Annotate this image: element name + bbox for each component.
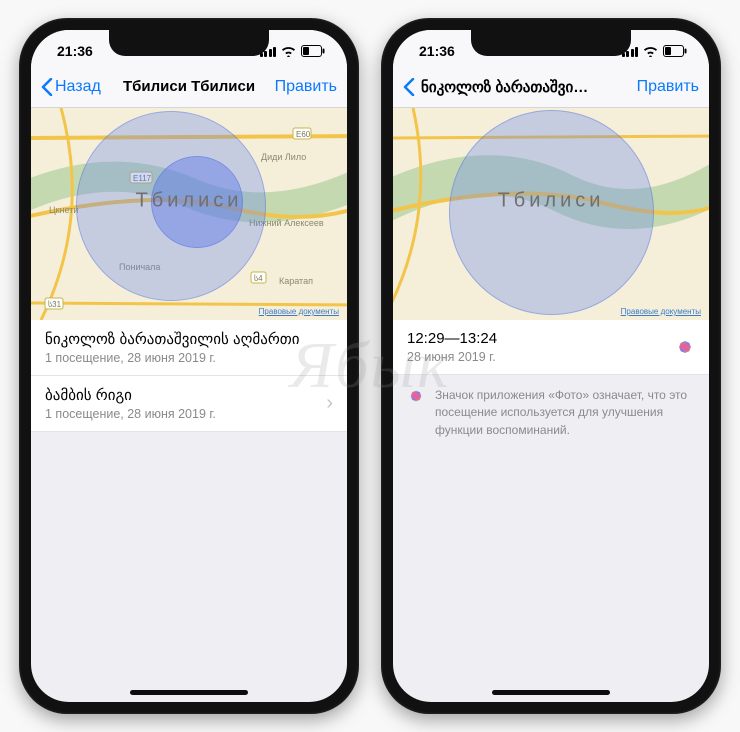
map-city-label: Тбилиси: [136, 190, 243, 213]
info-note-text: Значок приложения «Фото» означает, что э…: [435, 387, 695, 439]
home-indicator[interactable]: [492, 690, 610, 695]
chevron-right-icon: ›: [326, 392, 333, 415]
back-button[interactable]: [403, 78, 415, 96]
map-legal-link[interactable]: Правовые документы: [259, 307, 339, 316]
visit-title: ბამბის რიგი: [45, 386, 320, 404]
back-label: Назад: [55, 78, 101, 96]
list-item[interactable]: ბამბის რიგი 1 посещение, 28 июня 2019 г.…: [31, 376, 347, 432]
chevron-left-icon: [41, 78, 53, 96]
svg-text:E60: E60: [296, 130, 311, 139]
navigation-bar: Назад Тбилиси Тбилиси Править: [31, 66, 347, 108]
home-indicator[interactable]: [130, 690, 248, 695]
photos-app-icon: [675, 337, 695, 357]
visits-list: 12:29—13:24 28 июня 2019 г.: [393, 320, 709, 375]
visit-time-range: 12:29—13:24: [407, 330, 675, 347]
page-title: Тбилиси Тбилиси: [123, 78, 255, 95]
map-city-label: Тбилиси: [498, 190, 605, 213]
phone-left: 21:36 Назад Тбилиси Тбилиси Править: [19, 18, 359, 714]
photos-app-icon: [407, 387, 425, 405]
back-button[interactable]: Назад: [41, 78, 101, 96]
battery-icon: [663, 45, 687, 57]
svg-text:Диди Лило: Диди Лило: [261, 152, 306, 162]
map-view[interactable]: Цкнети Диди Лило Нижний Алексеев Поничал…: [31, 108, 347, 320]
phone-right: 21:36 ნიკოლოზ ბარათაშვილის აღმ… Править: [381, 18, 721, 714]
wifi-icon: [643, 46, 658, 57]
status-time: 21:36: [57, 43, 93, 59]
info-note: Значок приложения «Фото» означает, что э…: [393, 375, 709, 451]
list-item[interactable]: 12:29—13:24 28 июня 2019 г.: [393, 320, 709, 375]
status-time: 21:36: [419, 43, 455, 59]
page-title: ნიკოლოზ ბარათაშვილის აღმ…: [421, 78, 601, 96]
edit-button[interactable]: Править: [275, 78, 337, 96]
edit-button[interactable]: Править: [637, 78, 699, 96]
visit-date: 28 июня 2019 г.: [407, 350, 675, 364]
svg-text:Цкнети: Цкнети: [49, 205, 78, 215]
svg-text:ს4: ს4: [254, 274, 263, 283]
notch: [109, 30, 269, 56]
map-view[interactable]: Тбилиси Правовые документы: [393, 108, 709, 320]
navigation-bar: ნიკოლოზ ბარათაშვილის აღმ… Править: [393, 66, 709, 108]
map-legal-link[interactable]: Правовые документы: [621, 307, 701, 316]
visit-subtitle: 1 посещение, 28 июня 2019 г.: [45, 351, 333, 365]
list-item[interactable]: ნიკოლოზ ბარათაშვილის აღმართი 1 посещение…: [31, 320, 347, 376]
battery-icon: [301, 45, 325, 57]
visit-title: ნიკოლოზ ბარათაშვილის აღმართი: [45, 330, 333, 348]
notch: [471, 30, 631, 56]
svg-text:Каратап: Каратап: [279, 276, 313, 286]
visit-subtitle: 1 посещение, 28 июня 2019 г.: [45, 407, 320, 421]
chevron-left-icon: [403, 78, 415, 96]
svg-text:ს31: ს31: [48, 300, 62, 309]
visits-list: ნიკოლოზ ბარათაშვილის აღმართი 1 посещение…: [31, 320, 347, 432]
wifi-icon: [281, 46, 296, 57]
